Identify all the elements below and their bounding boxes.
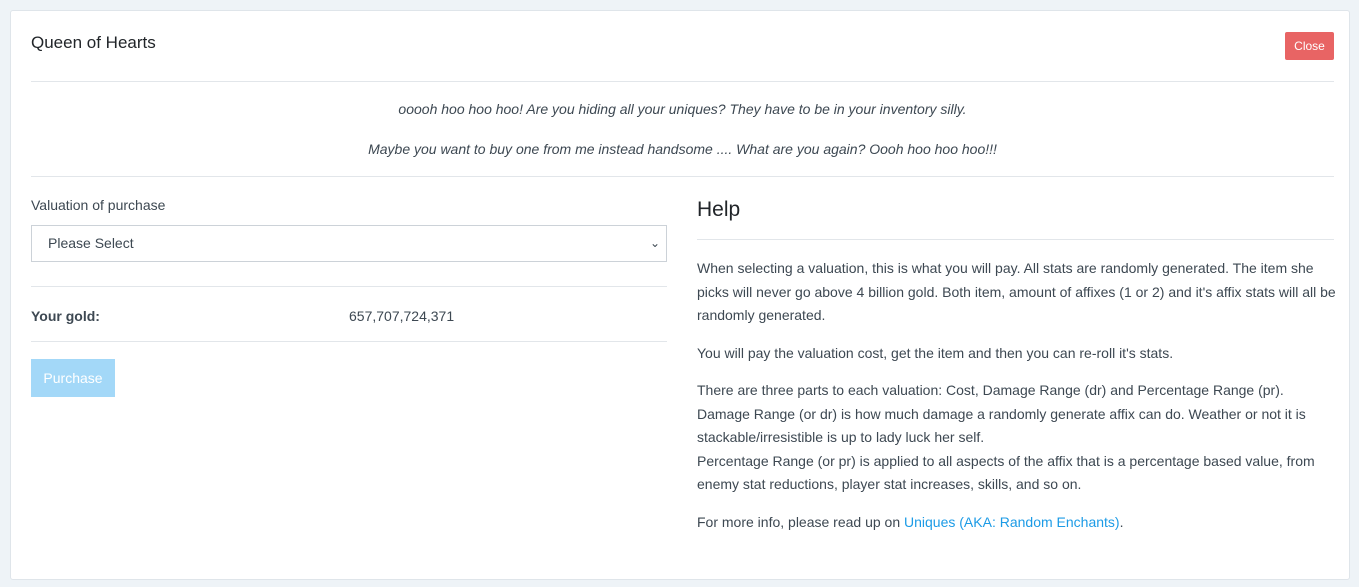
help-line: There are three parts to each valuation:…: [697, 382, 1284, 398]
gold-label: Your gold:: [31, 308, 100, 324]
divider: [697, 239, 1334, 240]
help-line: .: [1119, 513, 1124, 530]
divider: [31, 341, 667, 342]
divider: [31, 176, 1334, 177]
help-line: Damage Range (or dr) is how much damage …: [697, 405, 1306, 446]
modal-title: Queen of Hearts: [31, 33, 156, 52]
gold-value: 657,707,724,371: [349, 308, 455, 324]
valuation-label: Valuation of purchase: [31, 197, 166, 213]
help-line: Percentage Range (or pr) is applied to a…: [697, 452, 1315, 493]
quote-line: Maybe you want to buy one from me instea…: [368, 141, 997, 157]
divider: [31, 286, 667, 287]
help-paragraph: For more info, please read up on Uniques…: [697, 511, 1337, 535]
modal: Queen of Hearts Close ooooh hoo hoo hoo!…: [10, 10, 1350, 580]
help-line: For more info, please read up on: [697, 513, 905, 530]
valuation-select[interactable]: Please Select ⌄: [31, 225, 667, 262]
purchase-button[interactable]: Purchase: [31, 359, 115, 397]
uniques-link[interactable]: Uniques (AKA: Random Enchants): [904, 514, 1120, 530]
valuation-selected: Please Select: [48, 235, 134, 251]
help-paragraph: When selecting a valuation, this is what…: [697, 260, 1336, 323]
help-title: Help: [697, 198, 741, 221]
chevron-down-icon: ⌄: [649, 236, 660, 250]
help-paragraph: You will pay the valuation cost, get the…: [697, 344, 1174, 361]
help-text: When selecting a valuation, this is what…: [697, 257, 1337, 548]
close-button[interactable]: Close: [1285, 32, 1334, 60]
divider: [31, 81, 1334, 82]
quote-line: ooooh hoo hoo hoo! Are you hiding all yo…: [398, 101, 967, 117]
help-paragraph: There are three parts to each valuation:…: [697, 379, 1337, 497]
